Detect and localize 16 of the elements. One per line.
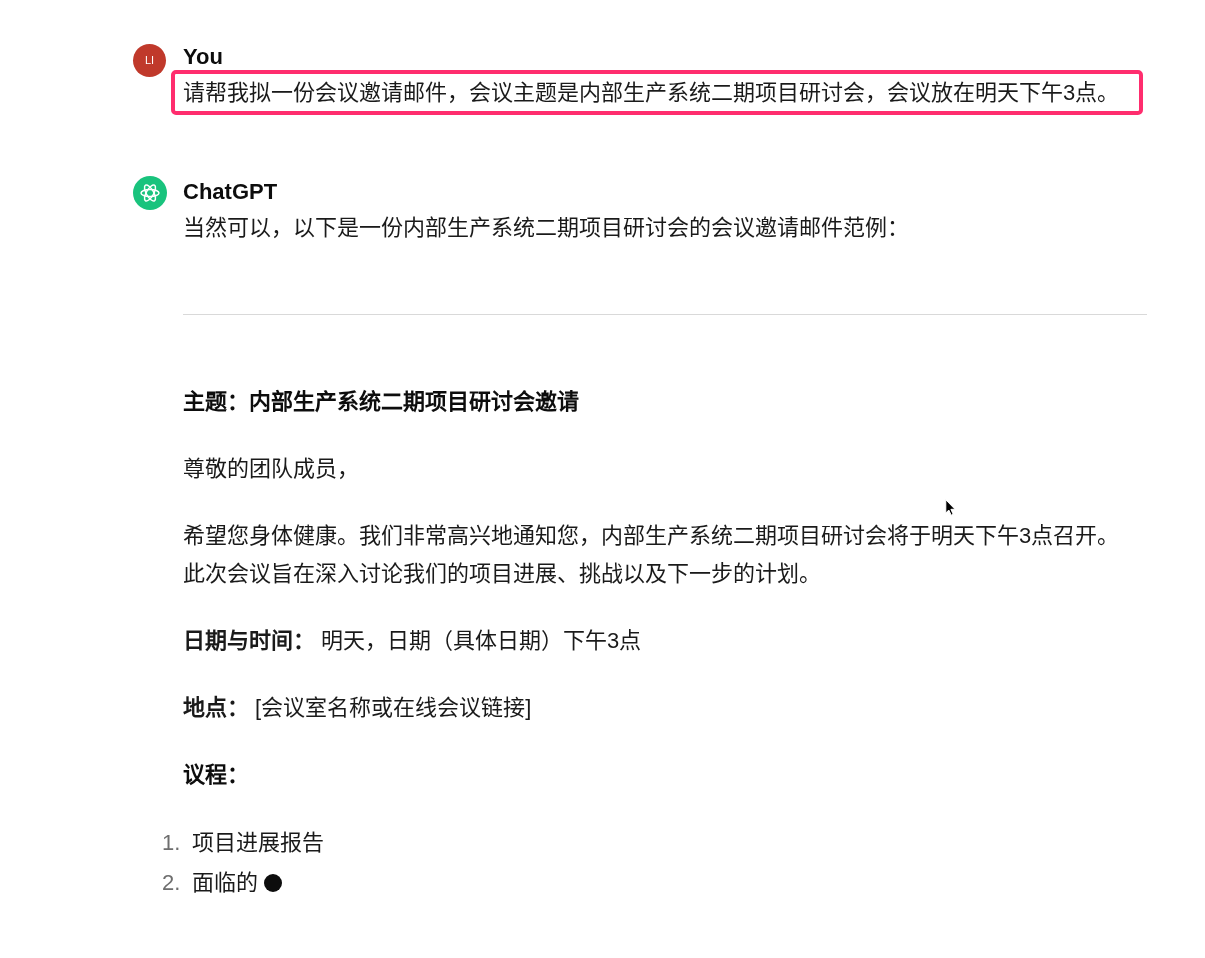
list-item-text: 面临的 bbox=[192, 869, 258, 897]
mouse-pointer-icon bbox=[945, 499, 956, 516]
list-item-text: 项目进展报告 bbox=[192, 829, 324, 857]
author-name: ChatGPT bbox=[183, 179, 278, 205]
email-paragraph: 尊敬的团队成员， bbox=[183, 455, 359, 483]
list-number: 1. bbox=[162, 829, 182, 857]
user-message-text: 请帮我拟一份会议邀请邮件，会议主题是内部生产系统二期项目研讨会，会议放在明天下午3点。 bbox=[183, 80, 1120, 105]
author-name: You bbox=[183, 44, 223, 70]
email-paragraph: 希望您身体健康。我们非常高兴地通知您，内部生产系统二期项目研讨会将于明天下午3点召开。此次会议旨在深入讨论我们的项目进展、挑战以及下一步的计划。 bbox=[183, 522, 1121, 588]
email-paragraph: 地点： [会议室名称或在线会议链接] bbox=[183, 694, 532, 722]
email-heading: 主题：内部生产系统二期项目研讨会邀请 bbox=[183, 388, 579, 416]
email-heading: 议程： bbox=[183, 761, 249, 789]
assistant-intro-text: 当然可以，以下是一份内部生产系统二期项目研讨会的会议邀请邮件范例： bbox=[183, 214, 909, 242]
email-paragraph: 日期与时间： 明天，日期（具体日期）下午3点 bbox=[183, 627, 642, 655]
list-number: 2. bbox=[162, 869, 182, 897]
user-avatar: LI bbox=[133, 44, 166, 77]
